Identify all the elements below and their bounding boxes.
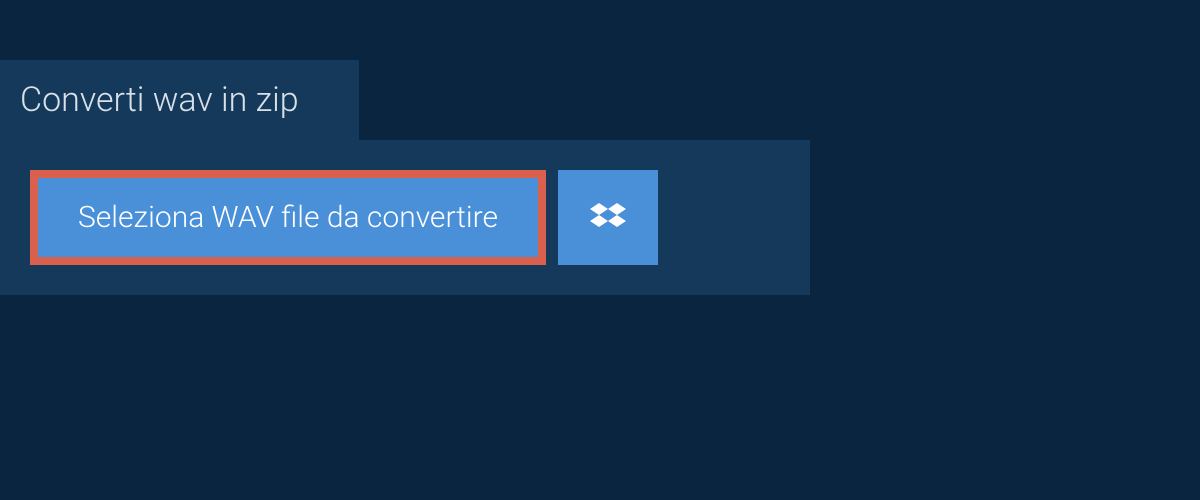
select-file-button[interactable]: Seleziona WAV file da convertire: [30, 170, 546, 265]
tab-title: Converti wav in zip: [20, 80, 299, 120]
upload-panel: Seleziona WAV file da convertire: [0, 140, 810, 295]
dropbox-button[interactable]: [558, 170, 658, 265]
dropbox-icon: [590, 200, 626, 236]
button-row: Seleziona WAV file da convertire: [30, 170, 780, 265]
select-file-label: Seleziona WAV file da convertire: [78, 200, 498, 235]
tab-header: Converti wav in zip: [0, 60, 359, 140]
